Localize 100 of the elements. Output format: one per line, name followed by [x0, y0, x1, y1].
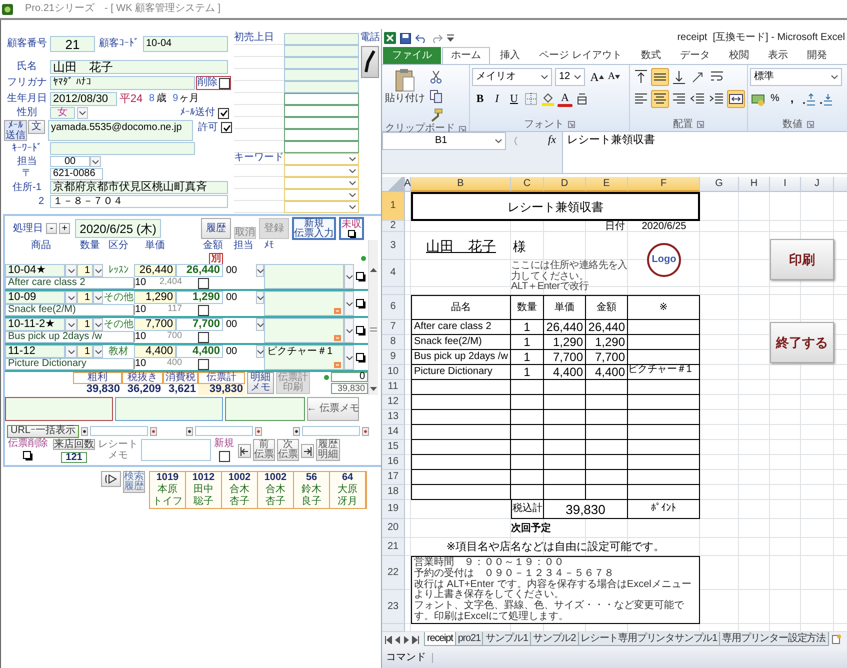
checkbox[interactable] [198, 278, 209, 288]
memo-field[interactable] [225, 397, 305, 421]
row-header[interactable]: 2 [382, 221, 405, 232]
row-header[interactable]: 8 [382, 335, 405, 350]
column-header[interactable]: I [770, 177, 801, 192]
quantity-field[interactable]: 1 [77, 345, 93, 358]
alignment-button[interactable] [632, 68, 650, 86]
column-header[interactable]: J [801, 177, 834, 192]
checkbox[interactable] [198, 332, 209, 342]
quantity-field[interactable]: 1 [77, 318, 93, 331]
alignment-button[interactable] [727, 90, 745, 108]
italic-button[interactable]: I [489, 90, 505, 108]
column-header[interactable]: H [739, 177, 770, 192]
last-slip-button[interactable] [301, 444, 314, 458]
dropdown-field[interactable] [284, 201, 359, 213]
quantity-field[interactable]: 1 [77, 264, 93, 277]
sheet-tab[interactable]: pro21 [454, 632, 484, 646]
search-history-button[interactable]: 検索 履歴 [123, 471, 145, 493]
formula-field[interactable]: レシート兼領収書 [562, 132, 847, 173]
row-header[interactable]: 13 [382, 410, 405, 425]
dialog-launcher-icon[interactable] [568, 121, 575, 128]
dropdown-button[interactable] [344, 291, 354, 316]
decrement-button[interactable]: - [46, 223, 57, 234]
grow-font-button[interactable]: A [589, 68, 605, 86]
checkbox[interactable] [218, 78, 230, 88]
first-sheet-icon[interactable] [385, 636, 392, 644]
sheet-tab[interactable]: レシート専用プリンタサンプル1 [578, 632, 720, 646]
text-field[interactable]: 女 [50, 107, 75, 119]
text-field[interactable] [284, 141, 359, 153]
percent-button[interactable]: % [767, 90, 783, 108]
row-header[interactable]: 12 [382, 395, 405, 410]
row-header[interactable]: 7 [382, 320, 405, 335]
dropdown-button[interactable] [65, 264, 77, 277]
borders-button[interactable] [523, 90, 539, 108]
text-field[interactable]: 00 [50, 156, 90, 167]
row-header[interactable]: 10 [382, 365, 405, 380]
dropdown-button[interactable] [93, 318, 103, 331]
dropdown-button[interactable] [256, 345, 264, 358]
text-field[interactable]: 京都府京都市伏見区桃山町真斉 [50, 181, 228, 194]
unit-price-field[interactable]: 1,290 [134, 291, 176, 304]
memo-field[interactable] [5, 397, 113, 421]
save-icon[interactable] [400, 32, 411, 44]
row-header[interactable]: 18 [382, 485, 405, 500]
unit-price-field[interactable]: 7,700 [134, 318, 176, 331]
picker-button[interactable] [293, 426, 300, 436]
column-header[interactable]: G [700, 177, 739, 192]
ribbon-tab[interactable]: 挿入 [491, 47, 529, 64]
dialog-launcher-icon[interactable] [459, 126, 466, 132]
quantity-field[interactable]: 1 [77, 291, 93, 304]
checkbox[interactable] [221, 122, 232, 133]
picker-button[interactable] [81, 426, 88, 436]
row-header[interactable]: 4 [382, 260, 405, 287]
name-box[interactable]: B1 [382, 132, 506, 150]
slip-memo-button[interactable]: ← 伝票メモ [307, 397, 359, 421]
text-field[interactable]: １－８－７０４ [50, 195, 228, 208]
column-header[interactable]: F [628, 177, 700, 192]
dropdown-button[interactable] [65, 345, 77, 358]
phone-button[interactable] [361, 46, 379, 78]
dropdown-button[interactable] [344, 318, 354, 343]
ribbon-tab[interactable]: 表示 [758, 47, 797, 64]
amount-field[interactable]: 1,290 [176, 291, 223, 304]
font-size-combobox[interactable]: 12 [555, 68, 585, 86]
row-header[interactable]: 1 [382, 192, 405, 221]
product-name-field[interactable]: After care class 2 [5, 277, 134, 289]
checkbox[interactable] [218, 108, 229, 118]
bold-button[interactable]: B [472, 90, 488, 108]
print-button[interactable]: 印刷 [770, 239, 834, 280]
row-header[interactable]: 15 [382, 440, 405, 455]
product-name-field[interactable]: Snack fee(2/M) [5, 304, 134, 316]
column-header[interactable]: B [411, 177, 511, 192]
dropdown-button[interactable] [65, 291, 77, 304]
ribbon-tab[interactable]: ページ レイアウト [530, 47, 631, 64]
text-field[interactable] [284, 129, 359, 141]
dropdown-button[interactable] [90, 156, 101, 167]
sheet-tab[interactable]: サンプル2 [530, 632, 579, 646]
row-header[interactable]: 6 [382, 295, 405, 320]
checkbox[interactable] [218, 451, 230, 462]
date-field[interactable]: 2020/6/25 (木) [75, 219, 161, 238]
font-color-button[interactable]: A [557, 91, 573, 107]
text-field[interactable] [284, 93, 359, 105]
play-button[interactable] [101, 471, 121, 487]
text-field[interactable]: 621-0086 [50, 168, 103, 180]
text-field[interactable]: yamada.5535@docomo.ne.jp [48, 120, 193, 141]
shrink-font-button[interactable]: A [606, 68, 622, 86]
unpaid-button[interactable]: 未収 [339, 217, 364, 240]
count-field[interactable]: 0 [331, 372, 368, 382]
column-header[interactable]: E [586, 177, 628, 192]
dropdown-button[interactable] [344, 345, 354, 370]
amount-field[interactable]: 7,700 [176, 318, 223, 331]
row-header[interactable]: 16 [382, 455, 405, 470]
dropdown-button[interactable] [93, 264, 103, 277]
last-sheet-icon[interactable] [412, 636, 419, 644]
previous-slip-button[interactable]: 前 伝票 [253, 439, 275, 461]
comma-button[interactable]: , [784, 90, 800, 108]
text-field[interactable] [284, 69, 359, 81]
first-slip-button[interactable] [238, 444, 251, 458]
row-header[interactable]: 21 [382, 538, 405, 556]
memo-field[interactable] [264, 318, 344, 343]
text-field[interactable] [284, 81, 359, 93]
text-field[interactable] [195, 426, 253, 436]
